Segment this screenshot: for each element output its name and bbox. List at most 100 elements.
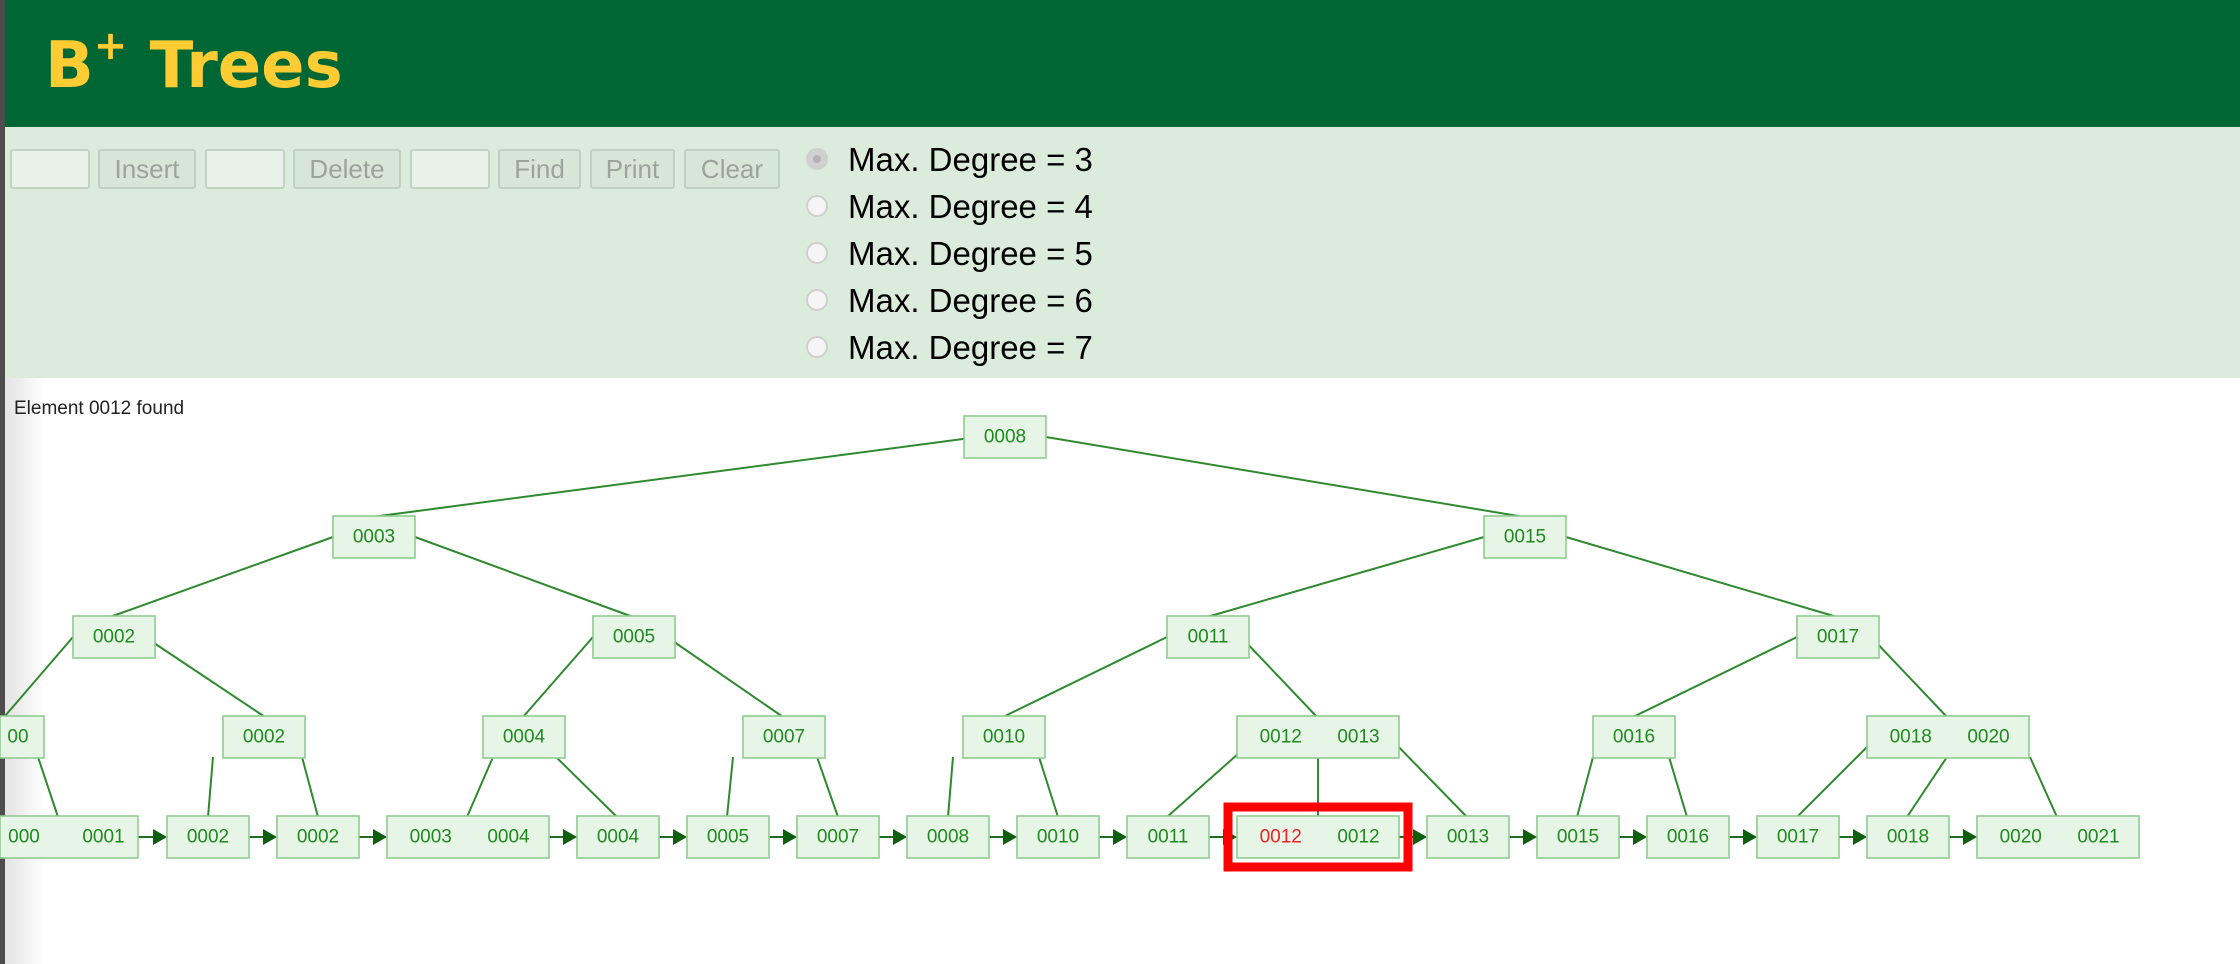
- leaf-arrow-icon: [783, 829, 797, 845]
- tree-edge: [414, 536, 634, 618]
- leaf-node: 0007: [796, 815, 880, 859]
- node-key: 0018: [1890, 727, 1932, 748]
- leaf-arrow-icon: [1113, 829, 1127, 845]
- node-key: 0017: [1817, 627, 1859, 648]
- tree-edge: [1240, 636, 1318, 718]
- node-key: 0008: [984, 427, 1026, 448]
- tree-edge: [109, 536, 334, 618]
- node-key: 0021: [2077, 827, 2119, 848]
- leaf-arrow-icon: [373, 829, 387, 845]
- node-key: 0015: [1504, 527, 1546, 548]
- node-key: 0005: [707, 827, 749, 848]
- node-key: 0002: [187, 827, 229, 848]
- node-key: 0005: [613, 627, 655, 648]
- tree-node: 0005: [592, 615, 676, 659]
- node-key: 0016: [1667, 827, 1709, 848]
- tree-node: 0002: [72, 615, 156, 659]
- node-key: 0004: [597, 827, 640, 848]
- leaf-arrow-icon: [1963, 829, 1977, 845]
- leaf-arrow-icon: [1743, 829, 1757, 845]
- node-key: 0003: [410, 827, 452, 848]
- leaf-node: 0008: [906, 815, 990, 859]
- leaf-node: 0017: [1756, 815, 1840, 859]
- tree-node: 00: [0, 715, 45, 759]
- tree-edge: [555, 756, 618, 818]
- tree-node: 0016: [1592, 715, 1676, 759]
- tree-edge: [522, 636, 594, 718]
- tree-edge: [1038, 756, 1059, 818]
- tree-edge: [816, 756, 839, 818]
- node-key: 0008: [927, 827, 969, 848]
- leaf-node: 0003 0004: [386, 815, 550, 859]
- tree-edge: [1796, 736, 1878, 818]
- tree-node: 0017: [1796, 615, 1880, 659]
- tree-canvas: 00080003 00150002 0005 0011 001700 0002 0004 00…: [0, 415, 2140, 872]
- leaf-node: 0020 0021: [1976, 815, 2140, 859]
- tree-edge: [144, 636, 266, 718]
- leaf-node: 0011: [1126, 815, 1210, 859]
- leaf-node: 0002: [166, 815, 250, 859]
- leaf-node: 0015: [1536, 815, 1620, 859]
- node-key: 0020: [1967, 727, 2009, 748]
- node-key: 0001: [82, 827, 124, 848]
- tree-node: 0015: [1483, 515, 1567, 559]
- tree-node: 0004: [482, 715, 566, 759]
- node-key: 0012: [1260, 827, 1302, 848]
- leaf-node: 0004: [576, 815, 660, 859]
- node-key: 0016: [1613, 727, 1655, 748]
- tree-node: 0018 0020: [1866, 715, 2030, 759]
- leaf-node: 0002: [276, 815, 360, 859]
- node-key: 000: [8, 827, 40, 848]
- tree-node: 0011: [1166, 615, 1250, 659]
- node-key: 0011: [1148, 827, 1189, 848]
- leaf-arrow-icon: [1003, 829, 1017, 845]
- node-key: 0010: [1037, 827, 1079, 848]
- leaf-arrow-icon: [563, 829, 577, 845]
- tree-edge: [1002, 636, 1168, 718]
- node-key: 0002: [93, 627, 135, 648]
- tree-edge: [207, 756, 214, 818]
- leaf-arrow-icon: [153, 829, 167, 845]
- node-key: 0018: [1887, 827, 1929, 848]
- tree-edge: [301, 756, 319, 818]
- tree-edge: [726, 756, 734, 818]
- tree-edge: [1576, 756, 1594, 818]
- leaf-node: 0010: [1016, 815, 1100, 859]
- leaf-arrow-icon: [1523, 829, 1537, 845]
- tree-edge: [2029, 756, 2058, 818]
- tree-node: 0008: [963, 415, 1047, 459]
- tree-edge: [4, 636, 74, 717]
- leaf-arrow-icon: [1633, 829, 1647, 845]
- node-key: 0013: [1447, 827, 1489, 848]
- tree-edge: [37, 756, 59, 818]
- tree-node: 0007: [742, 715, 826, 759]
- tree-edge: [1206, 536, 1485, 618]
- tree-edge: [1870, 636, 1948, 718]
- leaf-arrow-icon: [1853, 829, 1867, 845]
- tree-edge: [1045, 436, 1525, 518]
- node-key: 00: [7, 727, 28, 748]
- node-key: 0011: [1188, 627, 1229, 648]
- tree-edge: [1565, 536, 1838, 618]
- node-key: 0012: [1260, 727, 1302, 748]
- node-key: 0002: [243, 727, 285, 748]
- tree-node: 0003: [332, 515, 416, 559]
- node-key: 0004: [487, 827, 530, 848]
- leaf-node: 0012 0012: [1236, 815, 1400, 859]
- tree-edge: [371, 436, 979, 518]
- tree-edge: [1632, 636, 1798, 718]
- tree-edge: [1906, 756, 1948, 818]
- tree-edge: [666, 636, 784, 718]
- node-key: 0012: [1337, 827, 1379, 848]
- tree-node: 0010: [962, 715, 1046, 759]
- tree-node: 0002: [222, 715, 306, 759]
- tree-node: 0012 0013: [1236, 715, 1400, 759]
- node-key: 0002: [297, 827, 339, 848]
- tree-edge: [1668, 756, 1688, 818]
- node-key: 0007: [763, 727, 805, 748]
- node-key: 0017: [1777, 827, 1819, 848]
- leaf-arrow-icon: [673, 829, 687, 845]
- leaf-node: 0018: [1866, 815, 1950, 859]
- node-key: 0003: [353, 527, 395, 548]
- node-key: 0004: [503, 727, 546, 748]
